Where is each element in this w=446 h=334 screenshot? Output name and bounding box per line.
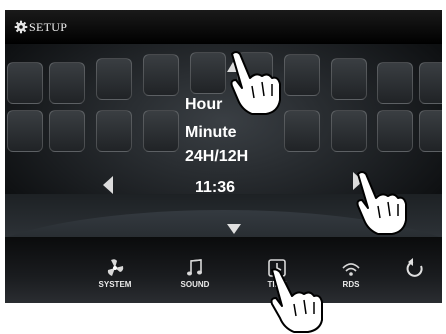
decor-tile bbox=[143, 110, 179, 152]
decor-tile bbox=[377, 110, 413, 152]
decor-tile bbox=[419, 110, 442, 152]
down-arrow-icon[interactable] bbox=[227, 224, 241, 234]
decor-tile bbox=[284, 54, 320, 96]
time-value: 11:36 bbox=[195, 179, 236, 196]
menu-item-minute[interactable]: Minute bbox=[185, 124, 237, 142]
left-arrow-icon[interactable] bbox=[103, 176, 113, 194]
decor-tile bbox=[49, 110, 85, 152]
hand-pointer-icon bbox=[230, 51, 281, 115]
decor-tile bbox=[96, 110, 132, 152]
decor-tile bbox=[49, 62, 85, 104]
decor-tile bbox=[7, 110, 43, 152]
nav-sound-button[interactable]: SOUND bbox=[165, 258, 225, 303]
decor-tile bbox=[331, 110, 367, 152]
hand-pointer-icon bbox=[270, 268, 323, 333]
nav-label-system: SYSTEM bbox=[98, 280, 132, 289]
menu-item-hour[interactable]: Hour bbox=[185, 96, 222, 114]
decor-tile bbox=[331, 58, 367, 100]
decor-tile bbox=[190, 52, 226, 94]
decor-tile bbox=[284, 110, 320, 152]
nav-label-sound: SOUND bbox=[180, 280, 210, 289]
gear-icon bbox=[14, 20, 28, 34]
back-arrow-icon bbox=[406, 258, 423, 277]
decor-tile bbox=[7, 62, 43, 104]
page-title: SETUP bbox=[29, 20, 68, 34]
back-button[interactable] bbox=[385, 258, 442, 303]
hand-pointer-icon bbox=[356, 171, 407, 235]
antenna-icon bbox=[342, 263, 360, 276]
decor-tile bbox=[143, 54, 179, 96]
title-bar: SETUP bbox=[5, 10, 442, 44]
fan-icon bbox=[107, 259, 124, 276]
decor-tile bbox=[377, 62, 413, 104]
decor-tile bbox=[96, 58, 132, 100]
menu-item-format[interactable]: 24H/12H bbox=[185, 148, 248, 166]
decor-tile bbox=[419, 62, 442, 104]
nav-system-button[interactable]: SYSTEM bbox=[85, 258, 145, 303]
music-note-icon bbox=[187, 259, 202, 276]
